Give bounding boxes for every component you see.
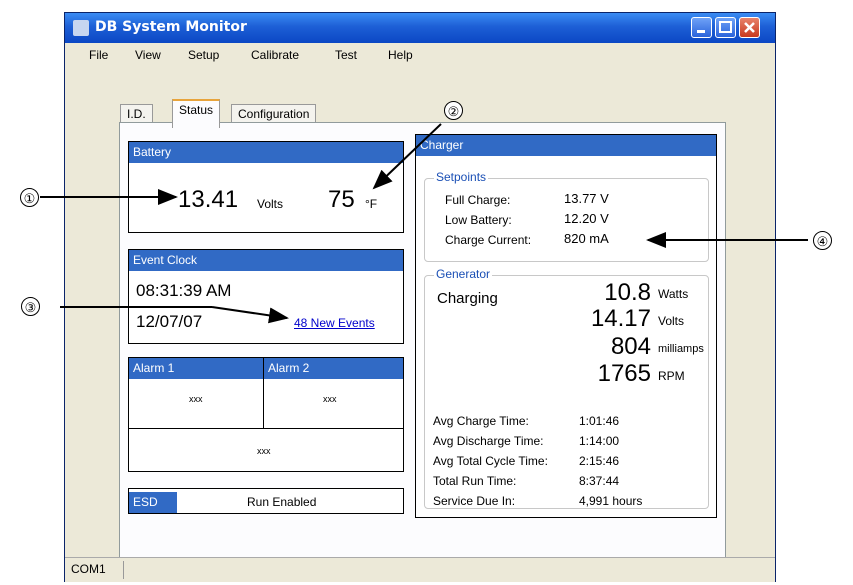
callout-2: ② [444,101,463,120]
callout-3-arrow-tip [211,306,289,324]
callout-1: ① [20,188,39,207]
callout-4: ④ [813,231,832,250]
callout-2-arrow [372,123,442,190]
annotation-arrows [40,123,808,324]
callout-3: ③ [21,297,40,316]
